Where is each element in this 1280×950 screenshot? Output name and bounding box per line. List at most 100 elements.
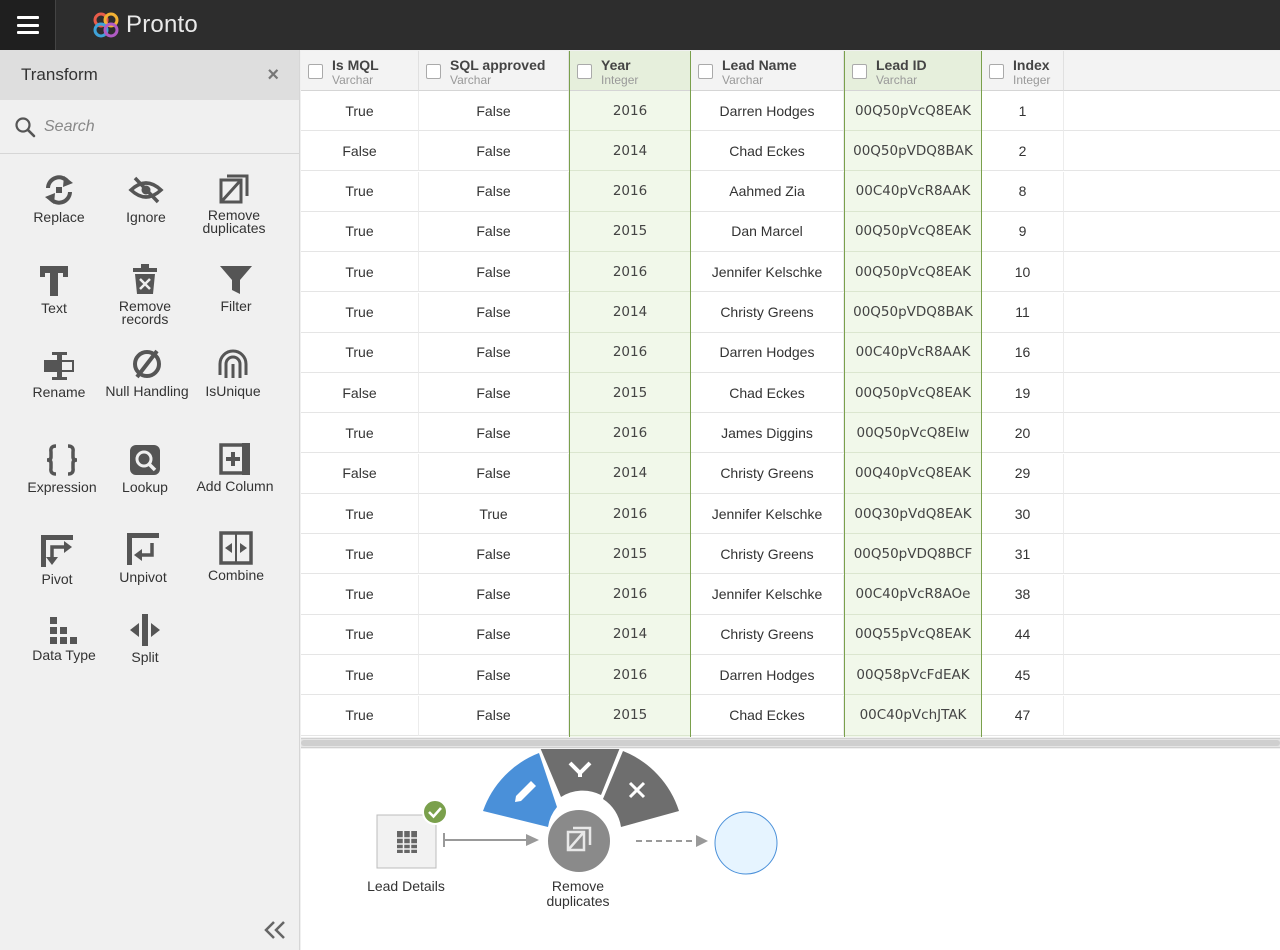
grid-cell[interactable]: False: [419, 332, 569, 373]
grid-cell[interactable]: True: [301, 695, 419, 736]
grid-cell[interactable]: True: [301, 332, 419, 373]
grid-cell[interactable]: 31: [982, 534, 1064, 575]
grid-cell[interactable]: 2016: [570, 252, 690, 293]
grid-cell[interactable]: 19: [982, 373, 1064, 414]
grid-cell[interactable]: False: [419, 131, 569, 172]
grid-cell[interactable]: 29: [982, 453, 1064, 494]
grid-cell[interactable]: 00Q55pVcQ8EAK: [845, 615, 981, 655]
grid-cell[interactable]: 00Q50pVcQ8EAK: [845, 252, 981, 293]
column-header[interactable]: Lead ID Varchar: [845, 51, 981, 91]
grid-cell[interactable]: False: [419, 655, 569, 696]
grid-cell[interactable]: 00Q50pVcQ8EAK: [845, 373, 981, 414]
grid-cell[interactable]: 2016: [570, 655, 690, 696]
grid-cell[interactable]: 00C40pVcR8AOe: [845, 575, 981, 615]
grid-cell[interactable]: 16: [982, 332, 1064, 373]
grid-cell[interactable]: 2014: [570, 293, 690, 333]
grid-cell[interactable]: Christy Greens: [691, 534, 844, 575]
grid-cell[interactable]: 2015: [570, 212, 690, 252]
grid-cell[interactable]: False: [419, 171, 569, 212]
tool-pivot[interactable]: Pivot: [12, 533, 102, 586]
tool-filter[interactable]: Filter: [191, 264, 281, 313]
grid-cell[interactable]: 00Q50pVcQ8EIw: [845, 413, 981, 454]
tool-unpivot[interactable]: Unpivot: [98, 531, 188, 584]
grid-cell[interactable]: 47: [982, 695, 1064, 736]
grid-cell[interactable]: 00C40pVcR8AAK: [845, 333, 981, 373]
column-header[interactable]: Index Integer: [982, 51, 1064, 91]
grid-cell[interactable]: 00Q50pVDQ8BCF: [845, 534, 981, 575]
grid-cell[interactable]: 2015: [570, 696, 690, 736]
tool-replace[interactable]: Replace: [14, 173, 104, 224]
grid-cell[interactable]: James Diggins: [691, 413, 844, 454]
grid-cell[interactable]: True: [301, 171, 419, 212]
grid-cell[interactable]: 00Q50pVcQ8EAK: [845, 212, 981, 252]
grid-cell[interactable]: 2016: [570, 413, 690, 454]
column-header[interactable]: Is MQL Varchar: [301, 51, 419, 91]
grid-cell[interactable]: False: [419, 453, 569, 494]
column-header[interactable]: Lead Name Varchar: [691, 51, 844, 91]
tool-remove-duplicates[interactable]: Remove duplicates: [189, 173, 279, 235]
brand[interactable]: Pronto: [92, 10, 198, 40]
grid-cell[interactable]: 8: [982, 171, 1064, 212]
grid-cell[interactable]: Jennifer Kelschke: [691, 574, 844, 615]
source-node[interactable]: [376, 799, 448, 869]
tool-null-handling[interactable]: Null Handling: [102, 347, 192, 398]
grid-cell[interactable]: Darren Hodges: [691, 655, 844, 696]
grid-cell[interactable]: False: [301, 131, 419, 172]
column-header[interactable]: Year Integer: [570, 51, 690, 91]
grid-cell[interactable]: Darren Hodges: [691, 91, 844, 131]
column-select-checkbox[interactable]: [989, 64, 1004, 79]
grid-cell[interactable]: False: [419, 252, 569, 293]
tool-rename[interactable]: Rename: [14, 350, 104, 399]
grid-cell[interactable]: 1: [982, 91, 1064, 131]
grid-cell[interactable]: Christy Greens: [691, 453, 844, 494]
grid-cell[interactable]: False: [301, 453, 419, 494]
target-node[interactable]: [714, 811, 778, 875]
tool-combine[interactable]: Combine: [191, 531, 281, 582]
grid-cell[interactable]: False: [419, 211, 569, 252]
grid-cell[interactable]: 2016: [570, 172, 690, 212]
grid-cell[interactable]: Chad Eckes: [691, 373, 844, 414]
grid-cell[interactable]: False: [419, 614, 569, 655]
grid-cell[interactable]: Jennifer Kelschke: [691, 252, 844, 293]
grid-cell[interactable]: 00Q30pVdQ8EAK: [845, 494, 981, 534]
grid-cell[interactable]: 00Q50pVDQ8BAK: [845, 131, 981, 172]
grid-cell[interactable]: 2016: [570, 91, 690, 131]
grid-cell[interactable]: 2014: [570, 131, 690, 172]
grid-cell[interactable]: True: [301, 211, 419, 252]
grid-cell[interactable]: 30: [982, 494, 1064, 534]
grid-cell[interactable]: Aahmed Zia: [691, 171, 844, 212]
tool-data-type[interactable]: Data Type: [19, 615, 109, 662]
grid-cell[interactable]: 2015: [570, 534, 690, 575]
scrollbar-thumb[interactable]: [301, 740, 1280, 746]
grid-cell[interactable]: Christy Greens: [691, 614, 844, 655]
column-select-checkbox[interactable]: [577, 64, 592, 79]
grid-cell[interactable]: Chad Eckes: [691, 695, 844, 736]
tool-lookup[interactable]: Lookup: [100, 443, 190, 494]
grid-cell[interactable]: False: [419, 695, 569, 736]
grid-cell[interactable]: True: [301, 655, 419, 696]
grid-cell[interactable]: Chad Eckes: [691, 131, 844, 172]
grid-cell[interactable]: False: [419, 91, 569, 131]
column-select-checkbox[interactable]: [426, 64, 441, 79]
grid-cell[interactable]: True: [301, 534, 419, 575]
grid-cell[interactable]: 00Q50pVcQ8EAK: [845, 91, 981, 131]
transform-node[interactable]: [546, 808, 612, 874]
grid-cell[interactable]: False: [419, 373, 569, 414]
grid-cell[interactable]: Dan Marcel: [691, 211, 844, 252]
grid-cell[interactable]: 38: [982, 574, 1064, 615]
grid-cell[interactable]: False: [419, 534, 569, 575]
grid-cell[interactable]: 10: [982, 252, 1064, 293]
grid-cell[interactable]: 2014: [570, 454, 690, 494]
search-input[interactable]: [44, 117, 284, 136]
grid-cell[interactable]: True: [301, 413, 419, 454]
column-header[interactable]: SQL approved Varchar: [419, 51, 569, 91]
grid-cell[interactable]: 44: [982, 614, 1064, 655]
grid-cell[interactable]: True: [301, 91, 419, 131]
grid-cell[interactable]: 2016: [570, 494, 690, 534]
grid-cell[interactable]: 9: [982, 211, 1064, 252]
grid-cell[interactable]: 00Q50pVDQ8BAK: [845, 293, 981, 333]
grid-cell[interactable]: 00C40pVcR8AAK: [845, 172, 981, 212]
grid-cell[interactable]: True: [301, 574, 419, 615]
grid-cell[interactable]: False: [419, 413, 569, 454]
tool-split[interactable]: Split: [100, 613, 190, 664]
